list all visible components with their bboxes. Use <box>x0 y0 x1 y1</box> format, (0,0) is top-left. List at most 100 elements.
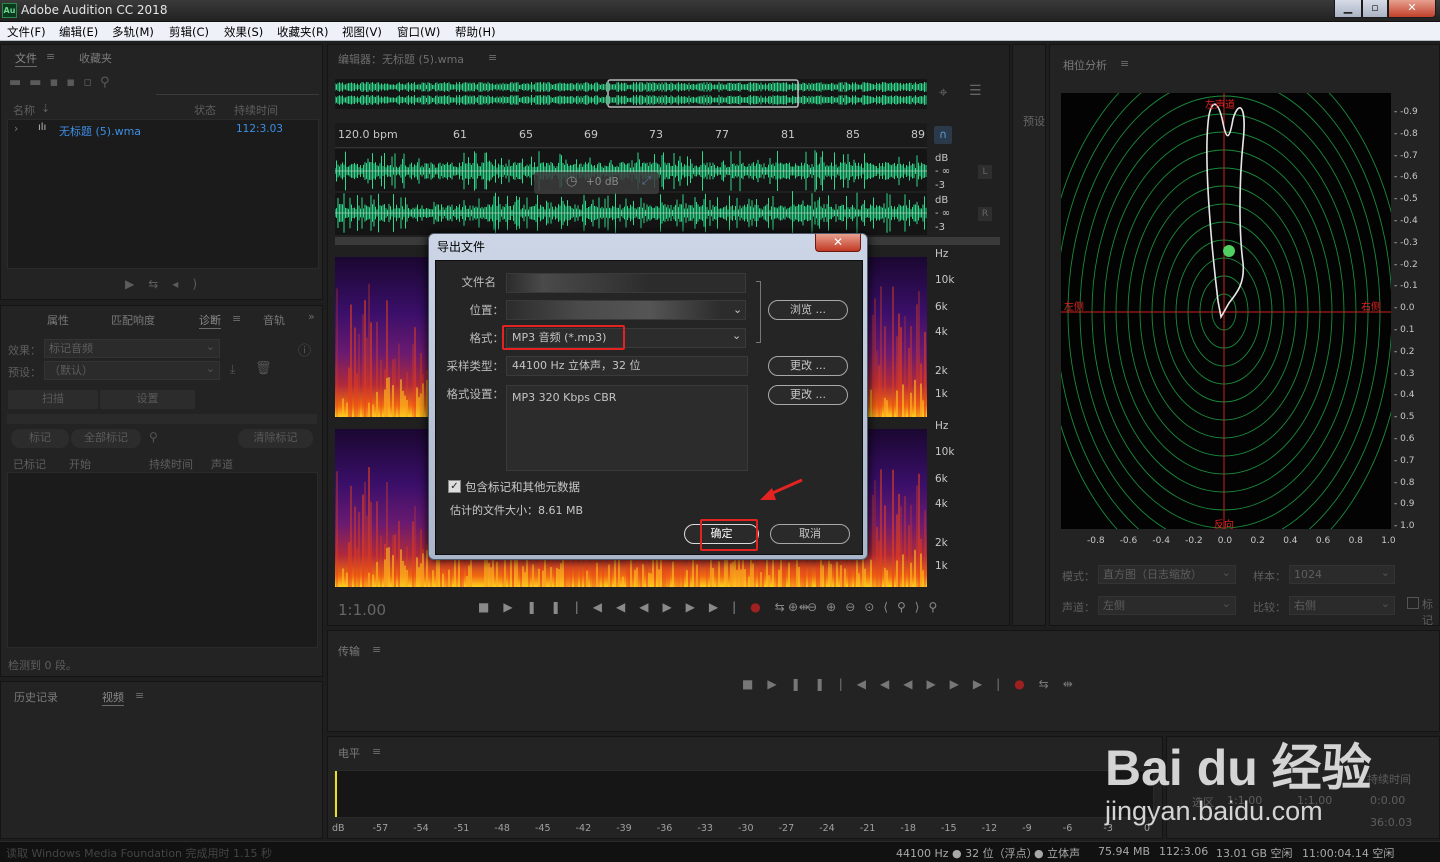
col-name[interactable]: 名称 <box>13 102 35 118</box>
overview-waveform[interactable] <box>335 79 927 109</box>
tab-tracks[interactable]: 音轨 <box>263 312 285 328</box>
zoom-in-left-icon[interactable]: ⟨⚲ <box>883 600 914 614</box>
menu-effects[interactable]: 效果(S) <box>224 24 263 40</box>
tab-history[interactable]: 历史记录 <box>14 689 58 705</box>
info-icon[interactable]: ⓘ <box>298 340 311 359</box>
mark-button[interactable]: 标记 <box>11 429 69 448</box>
view-duration[interactable]: 36:0.03 <box>1370 816 1412 829</box>
loop-icon[interactable]: ⇆ <box>148 277 172 291</box>
record-icon[interactable]: ● <box>750 600 774 614</box>
search-input[interactable] <box>156 75 319 95</box>
tab-files[interactable]: 文件 <box>15 50 37 67</box>
settings-button[interactable]: 设置 <box>100 390 195 409</box>
pause-icon[interactable]: ❚❚ <box>791 677 839 691</box>
selection-duration[interactable]: 0:0.00 <box>1370 794 1405 807</box>
fast-forward-icon[interactable]: ▶▶ <box>662 600 708 614</box>
gain-knob-icon[interactable]: ◷ <box>566 174 577 189</box>
panel-menu-icon[interactable]: ≡ <box>488 51 497 64</box>
panel-menu-icon[interactable]: ≡ <box>1120 57 1129 70</box>
mark-checkbox[interactable] <box>1407 597 1419 609</box>
expand-arrow-icon[interactable]: › <box>14 122 18 135</box>
presets-label[interactable]: 预设 <box>1023 113 1045 129</box>
skip-selection-icon[interactable]: ⇹ <box>1063 677 1087 691</box>
col-marked[interactable]: 已标记 <box>13 456 46 472</box>
fast-forward-icon[interactable]: ▶▶ <box>926 677 972 691</box>
gain-hud[interactable]: ◷ +0 dB ⤢ <box>534 172 659 194</box>
skip-start-icon[interactable]: |◀ <box>575 600 616 614</box>
preset-select[interactable]: （默认） <box>44 360 220 380</box>
mark-all-button[interactable]: 全部标记 <box>71 429 141 448</box>
scan-button[interactable]: 扫描 <box>8 390 98 409</box>
current-time[interactable]: 1:1.00 <box>338 601 386 619</box>
change-sample-button[interactable]: 更改 ... <box>768 356 848 376</box>
close-window-button[interactable]: ✕ <box>1388 0 1436 18</box>
menu-window[interactable]: 窗口(W) <box>397 24 440 40</box>
more-tabs-icon[interactable]: » <box>308 310 315 323</box>
play-icon[interactable]: ▶ <box>503 600 526 614</box>
col-duration[interactable]: 持续时间 <box>149 456 193 472</box>
delete-icon[interactable]: ▫ <box>83 75 100 90</box>
clear-marks-button[interactable]: 清除标记 <box>238 429 313 448</box>
zoom-icon[interactable]: ⚲ <box>149 430 158 444</box>
stop-icon[interactable]: ■ <box>478 600 503 614</box>
col-status[interactable]: 状态 <box>194 102 216 118</box>
auto-play-icon[interactable]: ◂) <box>172 277 211 291</box>
record-icon[interactable]: ● <box>1014 677 1038 691</box>
channel-select[interactable]: 左侧 <box>1098 595 1236 615</box>
filename-input[interactable] <box>506 273 746 293</box>
import-icon[interactable]: ▬ <box>29 75 49 90</box>
list-item[interactable]: › ılı 无标题 (5).wma 112:3.03 <box>8 122 318 138</box>
settings-divider[interactable] <box>7 414 317 424</box>
tab-diagnostics[interactable]: 诊断 <box>199 312 221 329</box>
menu-multitrack[interactable]: 多轨(M) <box>112 24 154 40</box>
pin-icon[interactable]: ⤢ <box>642 174 651 188</box>
maximize-button[interactable]: ▫ <box>1362 0 1388 18</box>
headphones-icon[interactable]: ∩ <box>934 126 952 144</box>
zoom-out-time-icon[interactable]: ⊖ <box>845 600 864 614</box>
delete-preset-icon[interactable]: 🗑︎ <box>255 361 272 376</box>
skip-start-icon[interactable]: |◀ <box>839 677 880 691</box>
tab-properties[interactable]: 属性 <box>47 312 69 328</box>
save-preset-icon[interactable]: ⤓ <box>230 362 235 377</box>
panel-menu-icon[interactable]: ≡ <box>372 745 381 758</box>
skip-end-icon[interactable]: ▶| <box>973 677 1014 691</box>
skip-end-icon[interactable]: ▶| <box>709 600 750 614</box>
loop-icon[interactable]: ⇆ <box>1039 677 1063 691</box>
zoom-full-icon[interactable]: ⊙ <box>864 600 883 614</box>
minimize-button[interactable]: ▁ <box>1334 0 1362 18</box>
col-start[interactable]: 开始 <box>69 456 91 472</box>
channel-left-toggle[interactable]: L <box>978 165 992 179</box>
location-select[interactable]: ⌄ <box>506 300 746 320</box>
tab-match-loudness[interactable]: 匹配响度 <box>111 312 155 328</box>
menu-clip[interactable]: 剪辑(C) <box>169 24 209 40</box>
tab-favorites[interactable]: 收藏夹 <box>79 50 112 66</box>
zoom-in-right-icon[interactable]: ⟩⚲ <box>915 600 946 614</box>
play-icon[interactable]: ▶ <box>767 677 790 691</box>
menu-help[interactable]: 帮助(H) <box>455 24 496 40</box>
include-markers-checkbox[interactable]: ✓ <box>448 480 461 493</box>
cancel-button[interactable]: 取消 <box>770 524 850 544</box>
zoom-out-amplitude-icon[interactable]: ⊖ <box>807 600 826 614</box>
stop-icon[interactable]: ■ <box>742 677 767 691</box>
col-duration[interactable]: 持续时间 <box>234 102 278 118</box>
panel-menu-icon[interactable]: ≡ <box>135 689 144 702</box>
play-icon[interactable]: ▶ <box>125 277 148 291</box>
change-format-button[interactable]: 更改 ... <box>768 385 848 405</box>
export-icon[interactable]: ▪ <box>66 75 83 90</box>
effect-select[interactable]: 标记音频 <box>44 338 220 358</box>
search-icon[interactable]: ⚲ <box>100 75 118 90</box>
panel-menu-icon[interactable]: ≡ <box>372 643 381 656</box>
browse-button[interactable]: 浏览 ... <box>768 300 848 320</box>
open-folder-icon[interactable]: ▬ <box>9 75 29 90</box>
panel-menu-icon[interactable]: ≡ <box>232 312 241 325</box>
rewind-icon[interactable]: ◀◀ <box>880 677 926 691</box>
col-channel[interactable]: 声道 <box>211 456 233 472</box>
insert-icon[interactable]: ▪ <box>50 75 67 90</box>
tab-video[interactable]: 视频 <box>102 689 124 706</box>
pause-icon[interactable]: ❚❚ <box>527 600 575 614</box>
sample-select[interactable]: 1024 <box>1289 564 1395 584</box>
timeline-ruler[interactable] <box>335 123 927 148</box>
rewind-icon[interactable]: ◀◀ <box>616 600 662 614</box>
zoom-in-time-icon[interactable]: ⊕ <box>826 600 845 614</box>
menu-file[interactable]: 文件(F) <box>7 24 46 40</box>
